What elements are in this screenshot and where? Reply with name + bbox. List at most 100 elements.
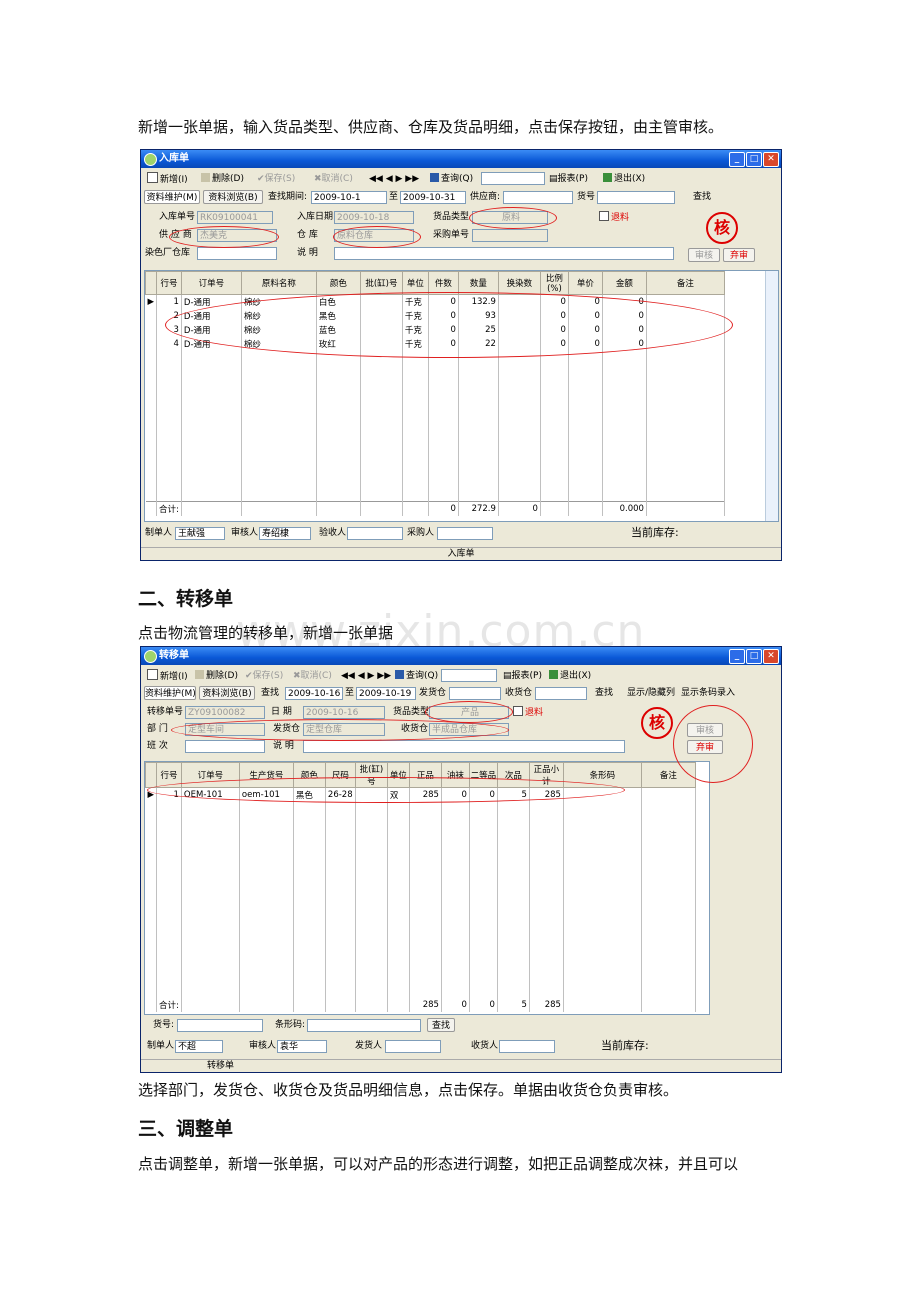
- goods-type-select[interactable]: 产品: [429, 706, 509, 719]
- close-icon[interactable]: ✕: [763, 649, 779, 664]
- audit-button[interactable]: 审核: [687, 723, 723, 737]
- column-header[interactable]: 正品: [408, 762, 442, 788]
- period-from[interactable]: 2009-10-16: [285, 687, 343, 700]
- vertical-scrollbar[interactable]: [765, 271, 778, 521]
- note-field[interactable]: [334, 247, 674, 260]
- table-row[interactable]: 4 D-通用 棉纱 玫红 千克 0 22 0 0 0: [145, 337, 725, 351]
- query-button[interactable]: 查询(Q): [395, 669, 438, 683]
- column-header[interactable]: 尺码: [324, 762, 356, 788]
- maximize-icon[interactable]: □: [746, 152, 762, 167]
- column-header[interactable]: 条形码: [562, 762, 642, 788]
- search-find-button[interactable]: 查找: [427, 1018, 455, 1032]
- new-button[interactable]: 新增(I): [147, 669, 188, 683]
- report-button[interactable]: ▤报表(P): [503, 669, 542, 683]
- table-row[interactable]: 2 D-通用 棉纱 黑色 千克 0 93 0 0 0: [145, 309, 725, 323]
- return-checkbox[interactable]: 退料: [513, 706, 543, 719]
- query-input[interactable]: [481, 172, 545, 185]
- column-header[interactable]: 行号: [156, 271, 182, 295]
- goods-no-input[interactable]: [177, 1019, 263, 1032]
- maximize-icon[interactable]: □: [746, 649, 762, 664]
- sender-field[interactable]: [385, 1040, 441, 1053]
- detail-grid[interactable]: 行号 订单号 生产货号 颜色 尺码 批(缸)号 单位 正品 油袜 二等品 次品 …: [144, 761, 710, 1015]
- query-input[interactable]: [441, 669, 497, 682]
- transfer-no-field[interactable]: ZY09100082: [185, 706, 265, 719]
- column-header[interactable]: 颜色: [292, 762, 326, 788]
- column-header[interactable]: 换染数: [497, 271, 541, 295]
- column-header[interactable]: 生产货号: [238, 762, 294, 788]
- column-header[interactable]: 次品: [496, 762, 530, 788]
- auditor-field[interactable]: 袁华: [277, 1040, 327, 1053]
- column-header[interactable]: 单价: [567, 271, 603, 295]
- column-header[interactable]: 正品小计: [528, 762, 564, 788]
- period-from[interactable]: 2009-10-1: [311, 191, 387, 204]
- column-header[interactable]: 油袜: [440, 762, 470, 788]
- column-header[interactable]: 二等品: [468, 762, 498, 788]
- column-header[interactable]: 单位: [386, 762, 410, 788]
- find-button[interactable]: 查找: [693, 191, 711, 204]
- column-header[interactable]: 订单号: [180, 271, 242, 295]
- recv-wh-field[interactable]: 半成品仓库: [429, 723, 509, 736]
- minimize-icon[interactable]: _: [729, 152, 745, 167]
- column-header[interactable]: 备注: [640, 762, 696, 788]
- receiver-field[interactable]: [499, 1040, 555, 1053]
- new-button[interactable]: 新增(I): [147, 172, 188, 186]
- table-row[interactable]: 3 D-通用 棉纱 蓝色 千克 0 25 0 0 0: [145, 323, 725, 337]
- column-header[interactable]: 批(缸)号: [359, 271, 403, 295]
- receiver-field[interactable]: [347, 527, 403, 540]
- toggle-columns-button[interactable]: 显示/隐藏列: [627, 687, 675, 700]
- audit-button[interactable]: 审核: [688, 248, 720, 262]
- goods-no-input[interactable]: [597, 191, 675, 204]
- tab-browse[interactable]: 资料浏览(B): [203, 190, 263, 204]
- column-header[interactable]: 颜色: [315, 271, 361, 295]
- query-button[interactable]: 查询(Q): [430, 172, 473, 186]
- note-field[interactable]: [303, 740, 625, 753]
- detail-grid[interactable]: 行号 订单号 原料名称 颜色 批(缸)号 单位 件数 数量 换染数 比例(%) …: [144, 270, 779, 522]
- maker-field[interactable]: 不超: [175, 1040, 223, 1053]
- tab-browse[interactable]: 资料浏览(B): [199, 686, 255, 700]
- column-header[interactable]: 单位: [401, 271, 429, 295]
- record-nav[interactable]: ◀◀ ◀ ▶ ▶▶: [341, 669, 391, 683]
- auditor-field[interactable]: 寿绍棣: [259, 527, 311, 540]
- dye-wh-field[interactable]: [197, 247, 277, 260]
- abandon-audit-button[interactable]: 弃审: [723, 248, 755, 262]
- buyer-field[interactable]: [437, 527, 493, 540]
- record-nav[interactable]: ◀◀ ◀ ▶ ▶▶: [369, 172, 419, 186]
- return-checkbox[interactable]: 退料: [599, 211, 629, 224]
- save-button[interactable]: ✔保存(S): [257, 172, 295, 186]
- po-no-field[interactable]: [472, 229, 548, 242]
- barcode-input[interactable]: [307, 1019, 421, 1032]
- column-header[interactable]: 备注: [645, 271, 725, 295]
- save-button[interactable]: ✔保存(S): [245, 669, 283, 683]
- find-button[interactable]: 查找: [595, 687, 613, 700]
- supplier-field[interactable]: 杰美克: [197, 229, 277, 242]
- report-button[interactable]: ▤报表(P): [549, 172, 588, 186]
- delete-button[interactable]: 删除(D): [195, 669, 238, 683]
- column-header[interactable]: 比例(%): [539, 271, 569, 295]
- table-row[interactable]: ▶ 1 D-通用 棉纱 白色 千克 0 132.9 0 0 0: [145, 294, 725, 309]
- column-header[interactable]: 订单号: [180, 762, 240, 788]
- delete-button[interactable]: 删除(D): [201, 172, 244, 186]
- exit-button[interactable]: 退出(X): [549, 669, 591, 683]
- goods-type-select[interactable]: 原料: [472, 211, 548, 224]
- recv-wh-filter-input[interactable]: [535, 687, 587, 700]
- tab-maintain[interactable]: 资料维护(M): [144, 686, 196, 700]
- shift-field[interactable]: [185, 740, 265, 753]
- column-header[interactable]: 件数: [427, 271, 459, 295]
- column-header[interactable]: 原料名称: [240, 271, 317, 295]
- abandon-audit-button[interactable]: 弃审: [687, 740, 723, 754]
- cancel-button[interactable]: ✖取消(C): [293, 669, 332, 683]
- supplier-filter-input[interactable]: [503, 191, 573, 204]
- period-to[interactable]: 2009-10-31: [400, 191, 466, 204]
- barcode-entry-button[interactable]: 显示条码录入: [681, 687, 735, 700]
- exit-button[interactable]: 退出(X): [603, 172, 645, 186]
- tab-maintain[interactable]: 资料维护(M): [144, 190, 200, 204]
- column-header[interactable]: 行号: [156, 762, 182, 788]
- date-field[interactable]: 2009-10-16: [303, 706, 385, 719]
- minimize-icon[interactable]: _: [729, 649, 745, 664]
- maker-field[interactable]: 王献强: [175, 527, 225, 540]
- cancel-button[interactable]: ✖取消(C): [314, 172, 353, 186]
- table-row[interactable]: ▶ 1 OEM-101 oem-101 黑色 26-28 双 285 0 0 5 285: [145, 787, 696, 802]
- column-header[interactable]: 数量: [457, 271, 499, 295]
- in-no-field[interactable]: RK09100041: [197, 211, 273, 224]
- period-to[interactable]: 2009-10-19: [356, 687, 416, 700]
